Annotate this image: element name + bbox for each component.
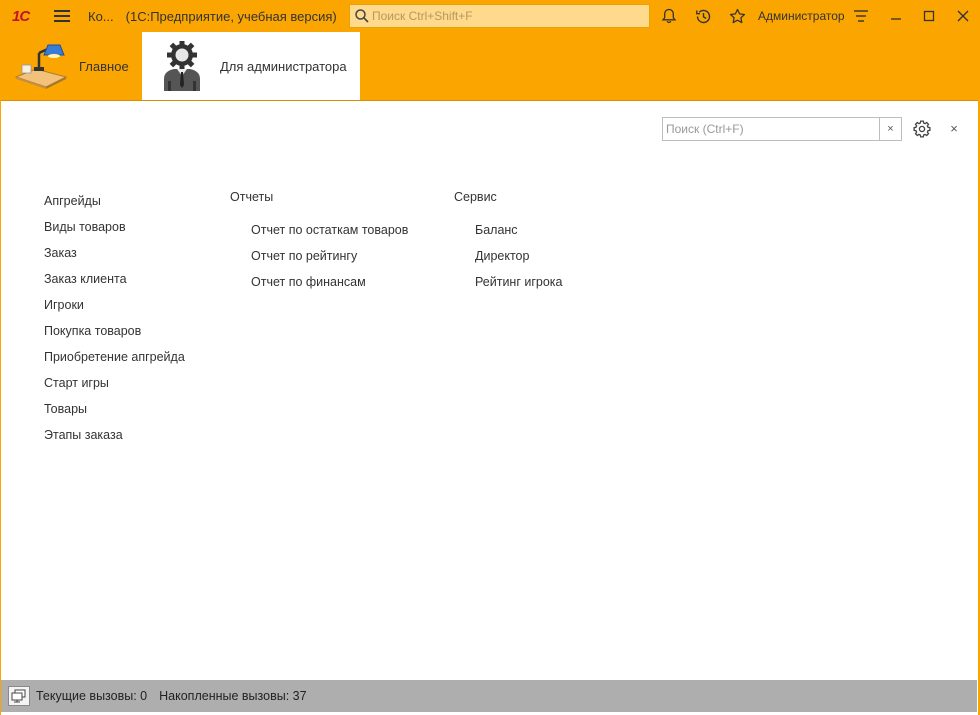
nav-link-purchase-goods[interactable]: Покупка товаров [44, 324, 141, 338]
global-search-box[interactable] [349, 4, 650, 28]
accumulated-calls-text: Накопленные вызовы: 37 [159, 689, 307, 703]
clear-search-button[interactable]: × [879, 118, 901, 140]
section-search-box[interactable]: × [662, 117, 902, 141]
desk-lamp-icon [14, 44, 68, 89]
server-calls-icon[interactable] [8, 686, 30, 706]
section-search-input[interactable] [663, 118, 879, 140]
hamburger-menu-icon[interactable] [54, 10, 70, 22]
nav-link-report-finance[interactable]: Отчет по финансам [251, 275, 366, 289]
sections-panel: Главное Для администратора [0, 32, 980, 101]
section-admin[interactable]: Для администратора [142, 32, 360, 100]
minimize-icon[interactable] [888, 8, 904, 24]
1c-logo: 1С [12, 7, 30, 25]
close-section-button[interactable]: × [946, 120, 962, 136]
user-name[interactable]: Администратор [758, 9, 845, 23]
close-window-icon[interactable] [955, 8, 971, 24]
current-calls-text: Текущие вызовы: 0 [36, 689, 148, 703]
search-icon [355, 9, 369, 23]
nav-link-order-stages[interactable]: Этапы заказа [44, 428, 123, 442]
gear-icon[interactable] [912, 119, 932, 139]
section-label-main: Главное [79, 58, 129, 74]
nav-link-product-types[interactable]: Виды товаров [44, 220, 126, 234]
nav-link-client-order[interactable]: Заказ клиента [44, 272, 127, 286]
settings-menu-icon[interactable] [852, 7, 870, 25]
status-bar: Текущие вызовы: 0 Накопленные вызовы: 37 [1, 680, 977, 712]
bell-icon[interactable] [660, 7, 678, 25]
nav-link-director[interactable]: Директор [475, 249, 529, 263]
nav-link-upgrades[interactable]: Апгрейды [44, 194, 101, 208]
section-label-admin: Для администратора [220, 58, 347, 74]
service-group-title: Сервис [454, 190, 497, 204]
nav-link-order[interactable]: Заказ [44, 246, 77, 260]
nav-link-buy-upgrade[interactable]: Приобретение апгрейда [44, 350, 185, 364]
app-title-short: Ко... [88, 8, 114, 24]
history-icon[interactable] [694, 7, 712, 25]
global-search-input[interactable] [372, 9, 632, 23]
star-icon[interactable] [728, 7, 746, 25]
window-frame-left [0, 32, 1, 715]
nav-link-report-rating[interactable]: Отчет по рейтингу [251, 249, 357, 263]
nav-link-balance[interactable]: Баланс [475, 223, 518, 237]
nav-link-report-stock[interactable]: Отчет по остаткам товаров [251, 223, 408, 237]
maximize-icon[interactable] [921, 8, 937, 24]
nav-link-start-game[interactable]: Старт игры [44, 376, 109, 390]
nav-link-goods[interactable]: Товары [44, 402, 87, 416]
reports-group-title: Отчеты [230, 190, 274, 204]
admin-gear-person-icon [164, 41, 200, 91]
section-main[interactable]: Главное [0, 32, 142, 100]
nav-link-player-rating[interactable]: Рейтинг игрока [475, 275, 563, 289]
nav-link-players[interactable]: Игроки [44, 298, 84, 312]
app-title-full: (1С:Предприятие, учебная версия) [125, 8, 337, 24]
